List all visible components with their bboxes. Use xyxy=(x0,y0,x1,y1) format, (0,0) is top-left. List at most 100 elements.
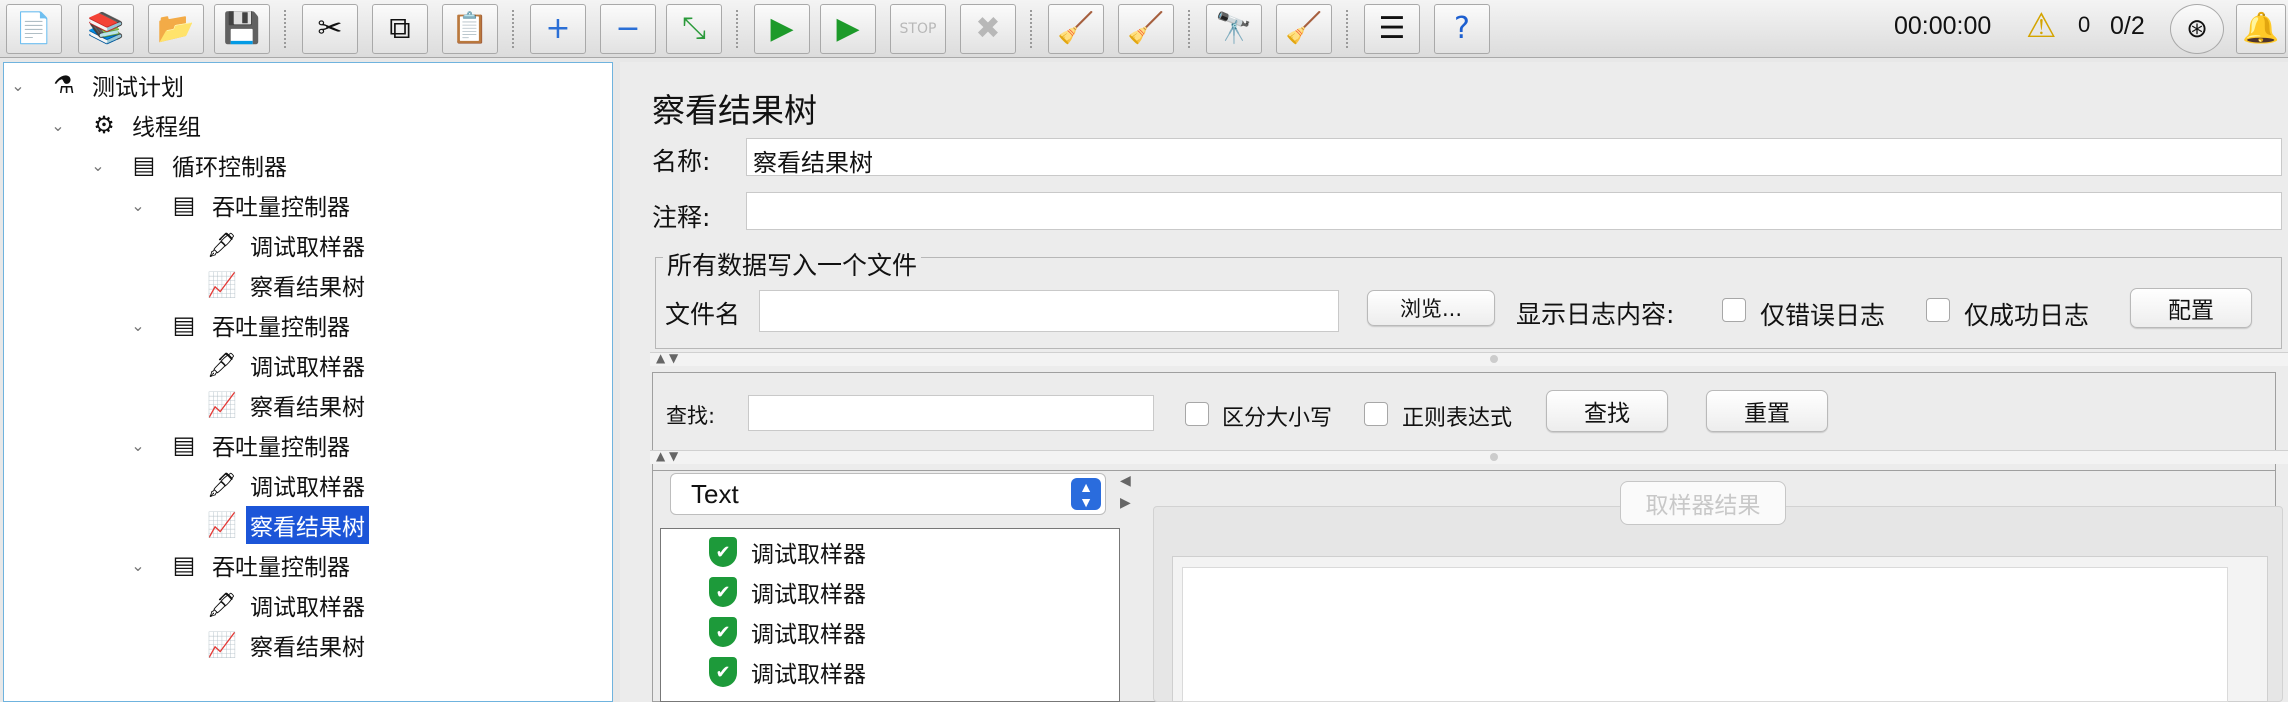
warning-icon[interactable]: ⚠ xyxy=(2026,6,2056,46)
tree-node-view-results-tree[interactable]: 📈 察看结果树 xyxy=(4,627,369,663)
paste-icon[interactable]: 📋 xyxy=(442,4,498,54)
tree-node-throughput-controller[interactable]: ⌄ ▤ 吞吐量控制器 xyxy=(4,187,354,223)
tree-node-label: 吞吐量控制器 xyxy=(212,195,350,221)
function-helper-icon[interactable]: ☰ xyxy=(1364,4,1420,54)
log-content-label: 显示日志内容: xyxy=(1516,300,1675,329)
case-sensitive-label: 区分大小写 xyxy=(1222,406,1333,431)
comment-label: 注释: xyxy=(652,203,711,232)
horizontal-split-arrows-icon[interactable]: ◀ ▶ xyxy=(1120,470,1131,514)
clear-icon[interactable]: 🧹 xyxy=(1048,4,1104,54)
filename-label: 文件名 xyxy=(665,300,741,329)
chevron-updown-icon[interactable]: ▲ ▼ xyxy=(1071,478,1101,510)
split-arrows-icon[interactable]: ▲ ▼ xyxy=(656,449,678,463)
errors-only-checkbox[interactable] xyxy=(1722,298,1746,322)
errors-only-label: 仅错误日志 xyxy=(1760,301,1886,330)
split-handle[interactable]: ▲ ▼ xyxy=(650,449,2288,464)
case-sensitive-checkbox[interactable] xyxy=(1185,402,1209,426)
tree-node-throughput-controller[interactable]: ⌄ ▤ 吞吐量控制器 xyxy=(4,427,354,463)
browse-button[interactable]: 浏览... xyxy=(1367,290,1495,326)
reset-search-broom-icon[interactable]: 🧹 xyxy=(1276,4,1332,54)
tree-node-loop-controller[interactable]: ⌄ ▤ 循环控制器 xyxy=(4,147,291,183)
tree-node-view-results-tree[interactable]: 📈 察看结果树 xyxy=(4,387,369,423)
tree-node-thread-group[interactable]: ⌄ ⚙ 线程组 xyxy=(4,107,205,143)
cut-icon[interactable]: ✂ xyxy=(302,4,358,54)
renderer-value: Text xyxy=(691,479,739,509)
tab-sampler-result[interactable]: 取样器结果 xyxy=(1620,481,1786,525)
split-arrows-icon[interactable]: ▲ ▼ xyxy=(656,351,678,365)
start-no-pauses-icon[interactable]: ▶ xyxy=(820,4,876,54)
tree-node-debug-sampler[interactable]: 🖋 调试取样器 xyxy=(4,227,369,263)
result-item[interactable]: ✔ 调试取样器 xyxy=(709,535,866,569)
result-item[interactable]: ✔ 调试取样器 xyxy=(709,575,866,609)
copy-icon[interactable]: ⧉ xyxy=(372,4,428,54)
chevron-down-icon[interactable]: ⌄ xyxy=(88,156,108,175)
clear-all-icon[interactable]: 🧹 xyxy=(1118,4,1174,54)
tree-node-label: 吞吐量控制器 xyxy=(212,435,350,461)
tree-node-label: 测试计划 xyxy=(92,75,184,101)
help-icon[interactable]: ? xyxy=(1434,4,1490,54)
tree-node-label: 调试取样器 xyxy=(250,355,365,381)
find-button[interactable]: 查找 xyxy=(1546,390,1668,432)
tree-node-test-plan[interactable]: ⌄ ⚗ 测试计划 xyxy=(4,67,188,103)
tree-node-throughput-controller[interactable]: ⌄ ▤ 吞吐量控制器 xyxy=(4,547,354,583)
log-viewer-icon[interactable]: 🔔 xyxy=(2236,4,2286,54)
chevron-down-icon[interactable]: ⌄ xyxy=(128,436,148,455)
toolbar-separator xyxy=(736,10,738,48)
graph-icon: 📈 xyxy=(207,511,237,539)
pipette-icon: 🖋 xyxy=(206,591,238,619)
tree-node-view-results-tree-selected[interactable]: 📈 察看结果树 xyxy=(4,506,369,544)
search-input[interactable] xyxy=(748,395,1154,431)
tree-node-view-results-tree[interactable]: 📈 察看结果树 xyxy=(4,267,369,303)
stop-icon[interactable]: STOP xyxy=(890,4,946,54)
tree-node-debug-sampler[interactable]: 🖋 调试取样器 xyxy=(4,467,369,503)
start-icon[interactable]: ▶ xyxy=(754,4,810,54)
split-grip-icon xyxy=(1490,453,1498,461)
regex-checkbox[interactable] xyxy=(1364,402,1388,426)
controller-icon: ▤ xyxy=(132,151,156,179)
expand-all-icon[interactable]: + xyxy=(530,4,586,54)
shutdown-icon[interactable]: ✖ xyxy=(960,4,1016,54)
tree-node-label: 察看结果树 xyxy=(246,506,369,544)
toolbar-separator xyxy=(1188,10,1190,48)
configure-button[interactable]: 配置 xyxy=(2130,288,2252,328)
chevron-down-icon[interactable]: ⌄ xyxy=(48,116,68,135)
tree-node-debug-sampler[interactable]: 🖋 调试取样器 xyxy=(4,347,369,383)
chevron-down-icon[interactable]: ⌄ xyxy=(128,196,148,215)
success-shield-icon: ✔ xyxy=(709,617,737,647)
templates-icon[interactable]: 📚 xyxy=(78,4,134,54)
collapse-all-icon[interactable]: − xyxy=(600,4,656,54)
name-label: 名称: xyxy=(652,147,711,176)
result-item[interactable]: ✔ 调试取样器 xyxy=(709,655,866,689)
tree-node-throughput-controller[interactable]: ⌄ ▤ 吞吐量控制器 xyxy=(4,307,354,343)
controller-icon: ▤ xyxy=(172,191,196,219)
remote-engines-icon[interactable]: ⊛ xyxy=(2170,4,2224,54)
success-only-label: 仅成功日志 xyxy=(1964,301,2090,330)
controller-icon: ▤ xyxy=(172,551,196,579)
controller-icon: ▤ xyxy=(172,431,196,459)
split-handle[interactable]: ▲ ▼ xyxy=(650,351,2288,366)
search-label: 查找: xyxy=(666,404,716,428)
success-only-checkbox[interactable] xyxy=(1926,298,1950,322)
save-icon[interactable]: 💾 xyxy=(214,4,270,54)
comment-field[interactable] xyxy=(746,192,2282,230)
write-to-file-title: 所有数据写入一个文件 xyxy=(663,246,922,282)
chevron-down-icon[interactable]: ⌄ xyxy=(8,76,28,95)
success-shield-icon: ✔ xyxy=(709,537,737,567)
tree-node-label: 察看结果树 xyxy=(250,635,365,661)
chevron-down-icon[interactable]: ⌄ xyxy=(128,556,148,575)
name-field[interactable]: 察看结果树 xyxy=(746,138,2282,177)
chevron-down-icon[interactable]: ⌄ xyxy=(128,316,148,335)
tree-node-label: 察看结果树 xyxy=(250,395,365,421)
open-folder-icon[interactable]: 📂 xyxy=(148,4,204,54)
toolbar-separator xyxy=(1346,10,1348,48)
tree-node-debug-sampler[interactable]: 🖋 调试取样器 xyxy=(4,587,369,623)
new-file-icon[interactable]: 📄 xyxy=(6,4,62,54)
search-binoculars-icon[interactable]: 🔭 xyxy=(1206,4,1262,54)
pipette-icon: 🖋 xyxy=(206,231,238,259)
result-item[interactable]: ✔ 调试取样器 xyxy=(709,615,866,649)
toggle-icon[interactable]: ⤡ xyxy=(666,4,722,54)
reset-button[interactable]: 重置 xyxy=(1706,390,1828,432)
success-shield-icon: ✔ xyxy=(709,657,737,687)
renderer-select[interactable]: Text ▲ ▼ xyxy=(670,473,1106,515)
filename-field[interactable] xyxy=(759,290,1339,332)
